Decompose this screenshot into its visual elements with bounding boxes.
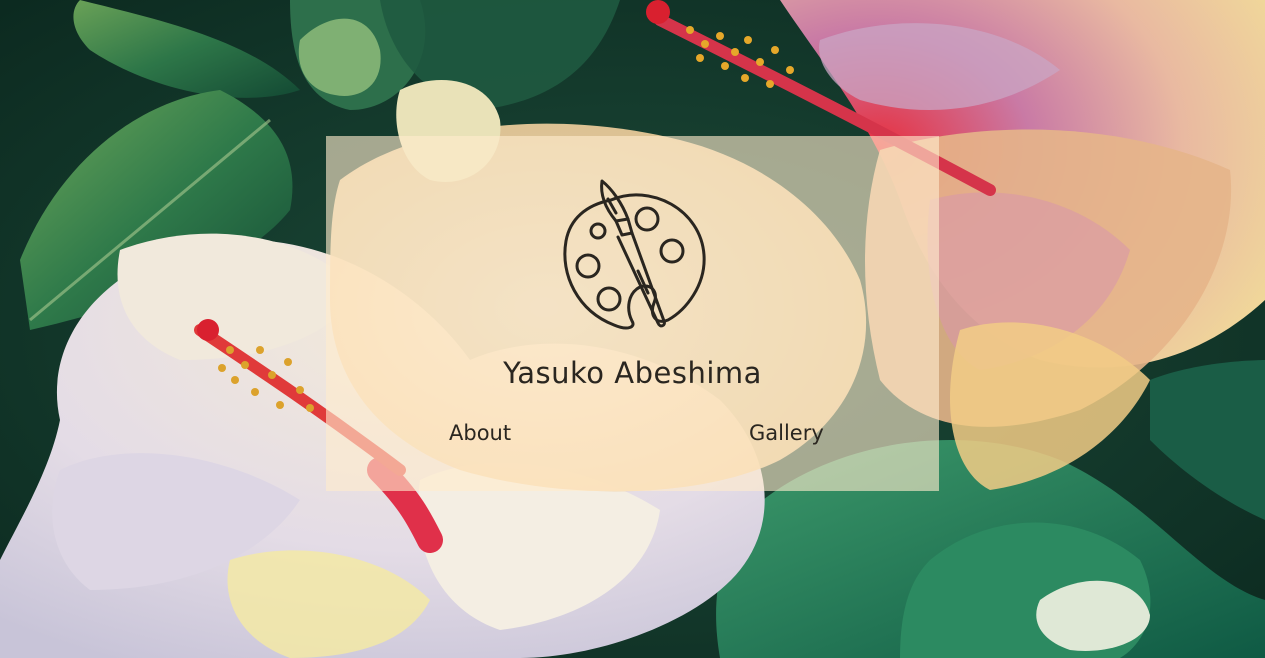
palette-brush-icon (563, 179, 706, 330)
nav-gallery-link[interactable]: Gallery (749, 421, 824, 445)
landing-page: Yasuko Abeshima About Gallery (0, 0, 1265, 658)
nav-about-link[interactable]: About (449, 421, 511, 445)
site-title: Yasuko Abeshima (503, 356, 762, 390)
